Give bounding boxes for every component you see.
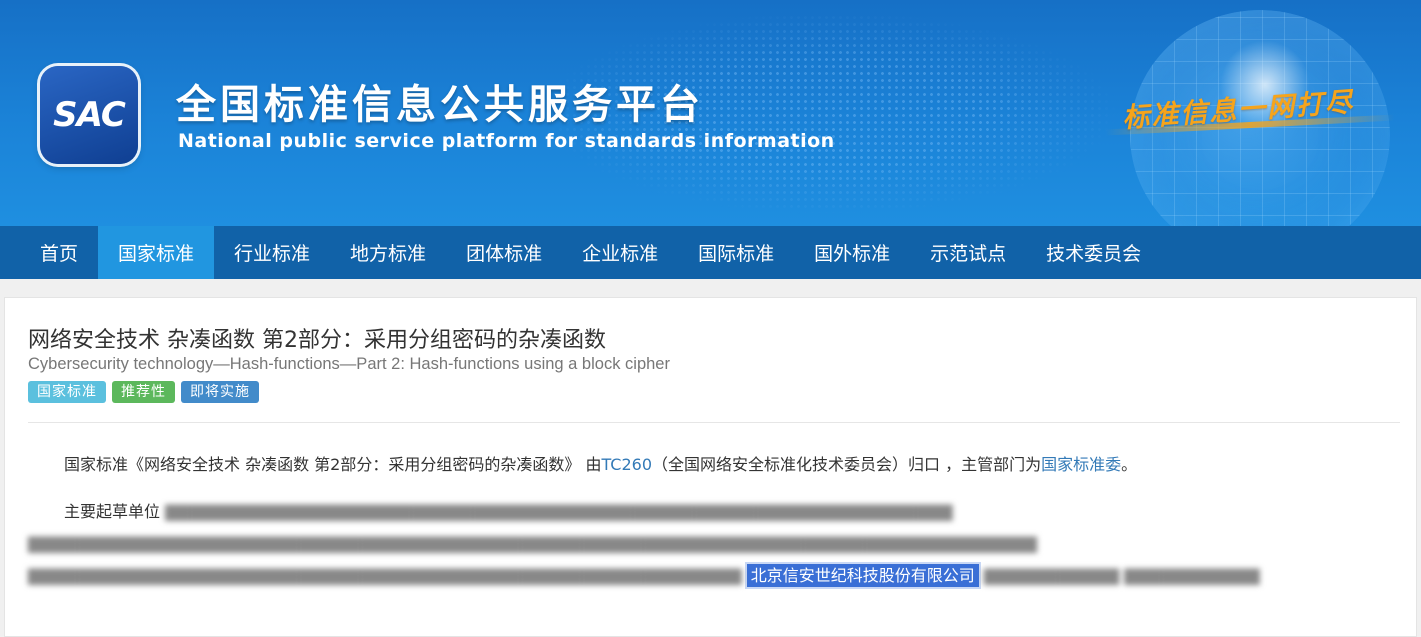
site-subtitle: National public service platform for sta… (178, 130, 835, 152)
drafting-units-label: 主要起草单位 (64, 502, 161, 521)
header-banner: SAC 全国标准信息公共服务平台 National public service… (0, 0, 1421, 226)
standard-description: 国家标准《网络安全技术 杂凑函数 第2部分：采用分组密码的杂凑函数》 由TC26… (64, 451, 1137, 475)
tag-recommended: 推荐性 (112, 381, 175, 403)
nav-international-standards[interactable]: 国际标准 (678, 226, 794, 279)
nav-group-standards[interactable]: 团体标准 (446, 226, 562, 279)
nav-national-standards[interactable]: 国家标准 (98, 226, 215, 279)
nav-home[interactable]: 首页 (20, 226, 98, 279)
divider (28, 422, 1400, 423)
standard-tags: 国家标准 推荐性 即将实施 (28, 381, 259, 403)
sac-department-link[interactable]: 国家标准委 (1041, 455, 1121, 474)
sac-logo[interactable]: SAC (40, 66, 138, 164)
main-nav: 首页 国家标准 行业标准 地方标准 团体标准 企业标准 国际标准 国外标准 示范… (0, 226, 1421, 279)
nav-technical-committees[interactable]: 技术委员会 (1026, 226, 1161, 279)
drafting-units: 主要起草单位 ▇▇▇▇▇▇▇▇▇▇▇▇▇▇▇▇▇▇▇▇▇▇▇▇▇▇▇▇▇▇▇▇▇… (28, 496, 1393, 592)
nav-foreign-standards[interactable]: 国外标准 (794, 226, 910, 279)
standard-detail-card: 网络安全技术 杂凑函数 第2部分：采用分组密码的杂凑函数 Cybersecuri… (4, 297, 1417, 637)
site-title: 全国标准信息公共服务平台 (176, 82, 704, 128)
nav-demonstration-pilots[interactable]: 示范试点 (910, 226, 1026, 279)
blurred-units-text-tail: ▇▇▇▇▇▇▇▇▇▇▇ ▇▇▇▇▇▇▇▇▇▇▇ (978, 566, 1260, 585)
nav-local-standards[interactable]: 地方标准 (330, 226, 446, 279)
description-middle: （全国网络安全标准化技术委员会）归口 ，主管部门为 (652, 455, 1042, 474)
logo-text: SAC (53, 95, 126, 135)
standard-title-en: Cybersecurity technology—Hash-functions—… (28, 355, 670, 373)
tag-national-standard: 国家标准 (28, 381, 106, 403)
description-prefix: 国家标准《网络安全技术 杂凑函数 第2部分：采用分组密码的杂凑函数》 由 (64, 455, 602, 474)
tc260-link[interactable]: TC260 (601, 455, 652, 474)
tag-upcoming: 即将实施 (181, 381, 259, 403)
nav-industry-standards[interactable]: 行业标准 (214, 226, 330, 279)
highlighted-drafting-unit[interactable]: 北京信安世纪科技股份有限公司 (746, 564, 979, 587)
standard-title-cn: 网络安全技术 杂凑函数 第2部分：采用分组密码的杂凑函数 (28, 328, 606, 353)
nav-enterprise-standards[interactable]: 企业标准 (562, 226, 678, 279)
description-suffix: 。 (1121, 455, 1138, 474)
